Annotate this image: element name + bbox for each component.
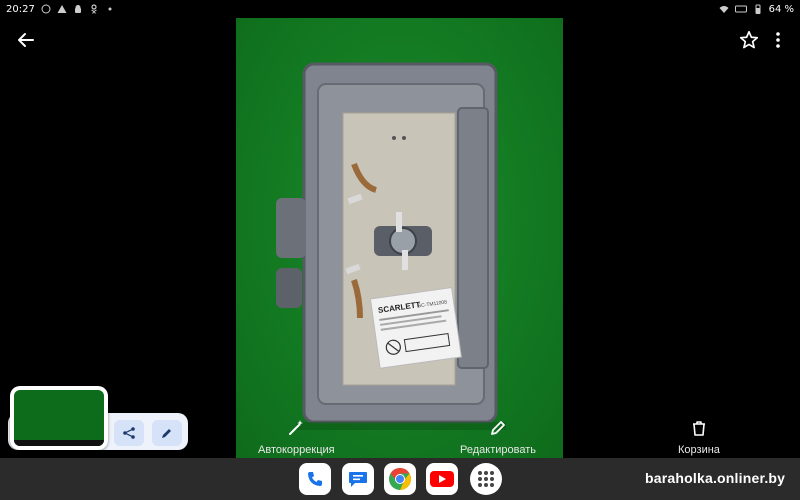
share-button[interactable] xyxy=(114,420,144,446)
chrome-icon xyxy=(389,468,411,490)
share-icon xyxy=(123,427,135,439)
vpn-key-icon xyxy=(734,5,747,13)
messages-app[interactable] xyxy=(342,463,374,495)
dot-icon xyxy=(108,7,112,11)
youtube-icon xyxy=(430,471,454,487)
rating-label: SCARLETT SC-TM11008 xyxy=(369,287,462,369)
battery-percent: 64 % xyxy=(768,3,794,15)
app-drawer-button[interactable] xyxy=(470,463,502,495)
photo-image: SCARLETT SC-TM11008 xyxy=(276,62,506,430)
status-bar: 20:27 64 % xyxy=(0,0,800,18)
apps-grid-icon xyxy=(478,471,494,487)
trash-action[interactable]: Корзина xyxy=(678,418,720,456)
thermostat-lead-2 xyxy=(402,250,408,270)
edit-label: Редактировать xyxy=(460,444,536,456)
auto-correction-label: Автокоррекция xyxy=(258,444,335,456)
thermostat-lead-1 xyxy=(396,212,402,232)
odnoklassniki-icon xyxy=(91,4,97,14)
whatsapp-icon xyxy=(41,4,51,14)
edit-screenshot-button[interactable] xyxy=(152,420,182,446)
edit-action[interactable]: Редактировать xyxy=(460,418,536,456)
status-right: 64 % xyxy=(719,4,794,15)
pencil-icon xyxy=(162,429,171,438)
hinge-bottom xyxy=(276,268,302,308)
more-vert-icon[interactable] xyxy=(770,29,786,51)
magic-wand-icon xyxy=(289,420,304,435)
trash-icon xyxy=(692,421,705,436)
warning-icon xyxy=(57,5,67,13)
hole-2 xyxy=(402,136,406,140)
wifi-icon xyxy=(719,6,729,13)
youtube-app[interactable] xyxy=(426,463,458,495)
auto-correction-action[interactable]: Автокоррекция xyxy=(258,418,335,456)
hole-1 xyxy=(392,136,396,140)
trash-label: Корзина xyxy=(678,444,720,456)
star-icon[interactable] xyxy=(738,29,760,51)
watermark: baraholka.onliner.by xyxy=(645,470,786,486)
arrow-left-icon[interactable] xyxy=(14,28,38,52)
rib-right xyxy=(457,107,489,369)
hinge-top xyxy=(276,198,306,258)
chrome-app[interactable] xyxy=(384,463,416,495)
screenshot-thumbnail[interactable] xyxy=(10,386,108,450)
messages-icon xyxy=(349,472,367,487)
android-icon xyxy=(74,5,81,13)
photo-view[interactable]: SCARLETT SC-TM11008 xyxy=(236,18,563,458)
status-time: 20:27 xyxy=(6,3,35,15)
thumbnail-image xyxy=(14,390,104,446)
phone-icon xyxy=(308,472,322,486)
pencil-icon xyxy=(491,421,505,435)
battery-icon xyxy=(755,4,761,14)
phone-app[interactable] xyxy=(299,463,331,495)
status-left: 20:27 xyxy=(6,4,115,15)
